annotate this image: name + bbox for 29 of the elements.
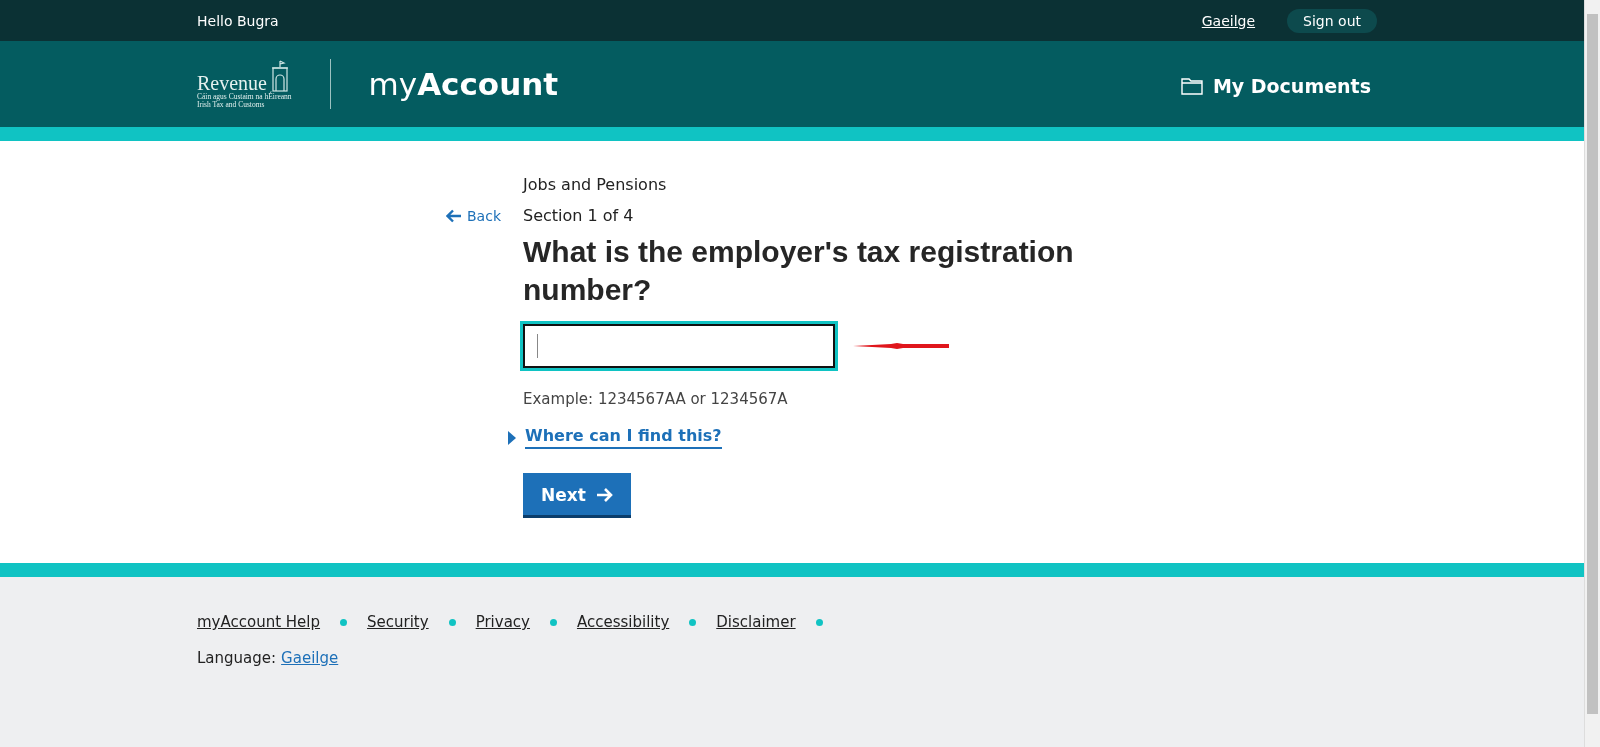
language-link[interactable]: Gaeilge (1201, 12, 1256, 29)
details-toggle[interactable]: Where can I find this? (507, 426, 722, 449)
bullet-icon (689, 618, 697, 626)
language-label: Language: (197, 649, 277, 667)
section-counter: Section 1 of 4 (523, 206, 634, 225)
next-button[interactable]: Next (523, 473, 631, 518)
input-field[interactable] (523, 324, 835, 368)
bullet-icon (448, 618, 456, 626)
language-link[interactable]: Gaeilge (281, 649, 339, 667)
hint-text: Example: 1234567AA or 1234567A (523, 390, 788, 408)
footer-link[interactable]: Privacy (475, 613, 530, 631)
sign-out-button[interactable]: Sign out (1287, 8, 1377, 33)
bullet-icon (549, 618, 557, 626)
my-documents-link[interactable]: My Documents (1180, 75, 1371, 97)
caption: Jobs and Pensions (523, 175, 667, 194)
footer-link[interactable]: Security (367, 613, 429, 631)
footer-link[interactable]: myAccount Help (197, 613, 321, 631)
bullet-icon (815, 618, 823, 626)
left-arrow-icon (446, 209, 462, 223)
product-name: myAccount (368, 66, 559, 102)
right-arrow-icon (595, 487, 613, 503)
triangle-icon (507, 429, 517, 446)
greeting: Hello Bugra (197, 12, 279, 29)
back-link[interactable]: Back (446, 207, 501, 225)
bullet-icon (340, 618, 348, 626)
footer-link[interactable]: Disclaimer (716, 613, 796, 631)
folder-icon (1180, 77, 1203, 95)
footer-link[interactable]: Accessibility (576, 613, 670, 631)
question-heading: What is the employer's tax registration number? (523, 234, 1075, 308)
